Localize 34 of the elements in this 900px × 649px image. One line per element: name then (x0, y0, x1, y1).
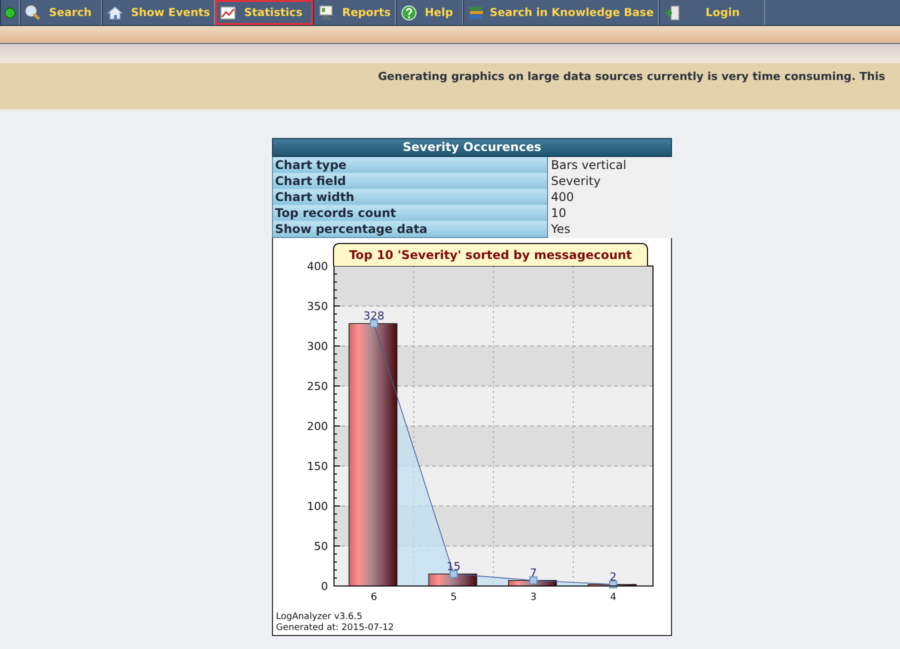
data-label: 7 (530, 566, 537, 580)
y-tick-label: 350 (307, 300, 328, 313)
notice-text: Generating graphics on large data sources currently is very time consuming. This (378, 70, 886, 83)
property-label: Show percentage data (272, 221, 548, 238)
property-label: Top records count (272, 205, 548, 222)
property-label: Chart field (272, 173, 548, 190)
y-tick-label: 300 (307, 340, 328, 353)
y-tick-label: 0 (321, 580, 328, 593)
panel-title: Severity Occurences (272, 138, 672, 157)
property-value: Yes (548, 221, 672, 238)
credit-text: LogAnalyzer v3.6.5 (276, 612, 362, 622)
data-label: 328 (363, 310, 384, 323)
menu-item[interactable]: Search in Knowledge Base (462, 0, 659, 25)
x-tick-label: 3 (530, 592, 537, 603)
property-label: Chart type (272, 157, 548, 174)
x-tick-label: 4 (610, 592, 616, 603)
menu-item[interactable]: Help (396, 0, 463, 25)
y-tick-label: 150 (307, 460, 328, 473)
property-label: Chart width (272, 189, 548, 206)
x-tick-label: 5 (450, 592, 457, 603)
y-tick-label: 100 (307, 500, 328, 513)
y-tick-label: 50 (314, 540, 328, 553)
menu-item[interactable]: Show Events (102, 0, 216, 25)
y-tick-label: 250 (307, 380, 328, 393)
y-tick-label: 400 (307, 260, 328, 273)
x-tick-label: 6 (370, 592, 378, 603)
chart-title: Top 10 'Severity' sorted by messagecount (333, 243, 648, 266)
data-label: 2 (610, 570, 617, 584)
y-tick-label: 200 (307, 420, 328, 433)
credit-text: Generated at: 2015-07-12 (276, 623, 394, 633)
menu-item[interactable]: Login (658, 0, 765, 25)
menu-item[interactable]: Search (20, 0, 102, 25)
menu-item[interactable]: Reports (313, 0, 396, 25)
menu-item[interactable]: Statistics (215, 0, 314, 25)
